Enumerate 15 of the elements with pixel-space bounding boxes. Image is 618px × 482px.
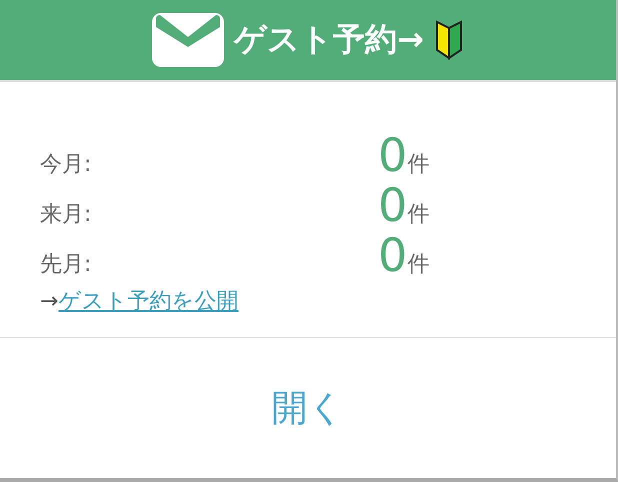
stat-count: 0 [378,132,408,178]
beginner-mark-icon [434,20,464,60]
stat-unit: 件 [407,201,430,229]
stat-count: 0 [378,232,408,278]
stat-count: 0 [378,182,408,228]
open-button[interactable]: 開く [252,376,364,440]
publish-link[interactable]: ゲスト予約を公開 [58,286,238,316]
stat-unit: 件 [407,151,430,179]
envelope-icon [152,13,224,67]
stat-unit: 件 [407,251,430,279]
stat-label: 来月: [40,201,92,229]
header-title: ゲスト予約→ [234,19,424,60]
stat-label: 先月: [40,251,92,279]
stat-label: 今月: [40,151,92,179]
arrow-text: → [40,289,58,314]
